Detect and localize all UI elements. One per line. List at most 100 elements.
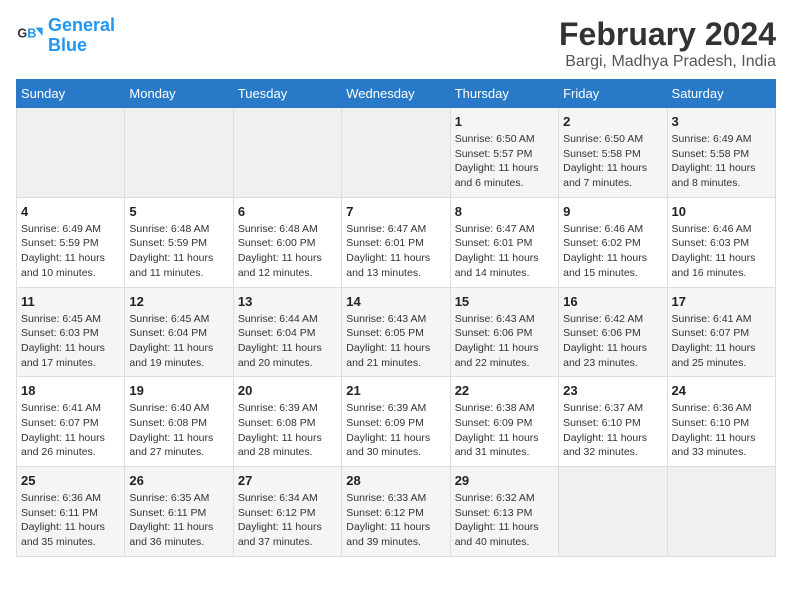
calendar-table: SundayMondayTuesdayWednesdayThursdayFrid… (16, 79, 776, 557)
calendar-cell: 20Sunrise: 6:39 AMSunset: 6:08 PMDayligh… (233, 377, 341, 467)
day-info: Sunrise: 6:47 AMSunset: 6:01 PMDaylight:… (346, 222, 445, 281)
day-info: Sunrise: 6:49 AMSunset: 5:59 PMDaylight:… (21, 222, 120, 281)
weekday-header-monday: Monday (125, 80, 233, 108)
calendar-cell: 27 Sunrise: 6:34 AMSunset: 6:12 PMDayligh… (233, 467, 341, 557)
header: G B General Blue February 2024 Bargi, Ma… (16, 16, 776, 71)
day-info: Sunrise: 6:48 AMSunset: 6:00 PMDaylight:… (238, 222, 337, 281)
day-info: Sunrise: 6:43 AMSunset: 6:06 PMDaylight:… (455, 312, 554, 371)
day-number: 18 (21, 383, 120, 398)
day-info: Sunrise: 6:50 AMSunset: 5:58 PMDaylight:… (563, 132, 662, 191)
calendar-cell: 10 Sunrise: 6:46 AMSunset: 6:03 PMDayligh… (667, 197, 775, 287)
calendar-cell: 6 Sunrise: 6:48 AMSunset: 6:00 PMDaylight… (233, 197, 341, 287)
calendar-cell: 26 Sunrise: 6:35 AMSunset: 6:11 PMDayligh… (125, 467, 233, 557)
calendar-cell: 15 Sunrise: 6:43 AMSunset: 6:06 PMDayligh… (450, 287, 558, 377)
day-info: Sunrise: 6:45 AMSunset: 6:03 PMDaylight:… (21, 312, 120, 371)
calendar-cell (125, 108, 233, 198)
day-info: Sunrise: 6:36 AMSunset: 6:10 PMDaylight:… (672, 401, 771, 460)
calendar-cell: 28 Sunrise: 6:33 AMSunset: 6:12 PMDayligh… (342, 467, 450, 557)
calendar-week-row: 4 Sunrise: 6:49 AMSunset: 5:59 PMDaylight… (17, 197, 776, 287)
logo-icon: G B (16, 22, 44, 50)
day-info: Sunrise: 6:50 AMSunset: 5:57 PMDaylight:… (455, 132, 554, 191)
calendar-cell: 5 Sunrise: 6:48 AMSunset: 5:59 PMDaylight… (125, 197, 233, 287)
calendar-cell: 22 Sunrise: 6:38 AMSunset: 6:09 PMDayligh… (450, 377, 558, 467)
day-number: 21 (346, 383, 445, 398)
day-number: 16 (563, 294, 662, 309)
calendar-week-row: 18 Sunrise: 6:41 AMSunset: 6:07 PMDayligh… (17, 377, 776, 467)
day-info: Sunrise: 6:41 AMSunset: 6:07 PMDaylight:… (21, 401, 120, 460)
calendar-cell (233, 108, 341, 198)
day-number: 23 (563, 383, 662, 398)
calendar-cell: 12Sunrise: 6:45 AMSunset: 6:04 PMDayligh… (125, 287, 233, 377)
calendar-cell: 2 Sunrise: 6:50 AMSunset: 5:58 PMDaylight… (559, 108, 667, 198)
day-info: Sunrise: 6:34 AMSunset: 6:12 PMDaylight:… (238, 491, 337, 550)
day-number: 26 (129, 473, 228, 488)
weekday-header-thursday: Thursday (450, 80, 558, 108)
calendar-cell: 14Sunrise: 6:43 AMSunset: 6:05 PMDayligh… (342, 287, 450, 377)
calendar-cell: 11Sunrise: 6:45 AMSunset: 6:03 PMDayligh… (17, 287, 125, 377)
logo-text: General Blue (48, 16, 115, 56)
day-number: 1 (455, 114, 554, 129)
calendar-cell: 19 Sunrise: 6:40 AMSunset: 6:08 PMDayligh… (125, 377, 233, 467)
weekday-header-wednesday: Wednesday (342, 80, 450, 108)
day-number: 10 (672, 204, 771, 219)
day-info: Sunrise: 6:38 AMSunset: 6:09 PMDaylight:… (455, 401, 554, 460)
day-number: 25 (21, 473, 120, 488)
day-info: Sunrise: 6:45 AMSunset: 6:04 PMDaylight:… (129, 312, 228, 371)
day-number: 19 (129, 383, 228, 398)
day-number: 24 (672, 383, 771, 398)
weekday-header-sunday: Sunday (17, 80, 125, 108)
day-number: 13 (238, 294, 337, 309)
day-number: 2 (563, 114, 662, 129)
calendar-cell: 3Sunrise: 6:49 AMSunset: 5:58 PMDaylight… (667, 108, 775, 198)
title-section: February 2024 Bargi, Madhya Pradesh, Ind… (559, 16, 776, 71)
calendar-cell: 7 Sunrise: 6:47 AMSunset: 6:01 PMDaylight… (342, 197, 450, 287)
day-number: 9 (563, 204, 662, 219)
svg-text:B: B (27, 26, 36, 40)
day-number: 4 (21, 204, 120, 219)
calendar-cell: 29Sunrise: 6:32 AMSunset: 6:13 PMDayligh… (450, 467, 558, 557)
calendar-cell (342, 108, 450, 198)
day-info: Sunrise: 6:43 AMSunset: 6:05 PMDaylight:… (346, 312, 445, 371)
calendar-cell (17, 108, 125, 198)
calendar-cell: 18 Sunrise: 6:41 AMSunset: 6:07 PMDayligh… (17, 377, 125, 467)
day-info: Sunrise: 6:48 AMSunset: 5:59 PMDaylight:… (129, 222, 228, 281)
location: Bargi, Madhya Pradesh, India (559, 53, 776, 71)
day-number: 5 (129, 204, 228, 219)
day-info: Sunrise: 6:40 AMSunset: 6:08 PMDaylight:… (129, 401, 228, 460)
calendar-cell: 17 Sunrise: 6:41 AMSunset: 6:07 PMDayligh… (667, 287, 775, 377)
calendar-cell: 9Sunrise: 6:46 AMSunset: 6:02 PMDaylight… (559, 197, 667, 287)
day-number: 6 (238, 204, 337, 219)
day-number: 15 (455, 294, 554, 309)
calendar-week-row: 11Sunrise: 6:45 AMSunset: 6:03 PMDayligh… (17, 287, 776, 377)
day-number: 27 (238, 473, 337, 488)
day-number: 7 (346, 204, 445, 219)
day-info: Sunrise: 6:46 AMSunset: 6:03 PMDaylight:… (672, 222, 771, 281)
day-info: Sunrise: 6:42 AMSunset: 6:06 PMDaylight:… (563, 312, 662, 371)
day-number: 17 (672, 294, 771, 309)
day-info: Sunrise: 6:47 AMSunset: 6:01 PMDaylight:… (455, 222, 554, 281)
weekday-header-friday: Friday (559, 80, 667, 108)
day-info: Sunrise: 6:44 AMSunset: 6:04 PMDaylight:… (238, 312, 337, 371)
day-number: 8 (455, 204, 554, 219)
day-number: 28 (346, 473, 445, 488)
day-info: Sunrise: 6:35 AMSunset: 6:11 PMDaylight:… (129, 491, 228, 550)
day-number: 22 (455, 383, 554, 398)
day-info: Sunrise: 6:49 AMSunset: 5:58 PMDaylight:… (672, 132, 771, 191)
calendar-cell: 23Sunrise: 6:37 AMSunset: 6:10 PMDayligh… (559, 377, 667, 467)
day-info: Sunrise: 6:32 AMSunset: 6:13 PMDaylight:… (455, 491, 554, 550)
calendar-cell: 16 Sunrise: 6:42 AMSunset: 6:06 PMDayligh… (559, 287, 667, 377)
svg-text:G: G (17, 26, 27, 40)
weekday-header-saturday: Saturday (667, 80, 775, 108)
calendar-cell: 25Sunrise: 6:36 AMSunset: 6:11 PMDayligh… (17, 467, 125, 557)
calendar-cell: 8 Sunrise: 6:47 AMSunset: 6:01 PMDaylight… (450, 197, 558, 287)
calendar-cell (559, 467, 667, 557)
weekday-header-tuesday: Tuesday (233, 80, 341, 108)
day-number: 20 (238, 383, 337, 398)
calendar-week-row: 25Sunrise: 6:36 AMSunset: 6:11 PMDayligh… (17, 467, 776, 557)
calendar-week-row: 1 Sunrise: 6:50 AMSunset: 5:57 PMDaylight… (17, 108, 776, 198)
calendar-cell: 1 Sunrise: 6:50 AMSunset: 5:57 PMDaylight… (450, 108, 558, 198)
month-year: February 2024 (559, 16, 776, 53)
calendar-cell: 21Sunrise: 6:39 AMSunset: 6:09 PMDayligh… (342, 377, 450, 467)
day-info: Sunrise: 6:41 AMSunset: 6:07 PMDaylight:… (672, 312, 771, 371)
day-info: Sunrise: 6:33 AMSunset: 6:12 PMDaylight:… (346, 491, 445, 550)
